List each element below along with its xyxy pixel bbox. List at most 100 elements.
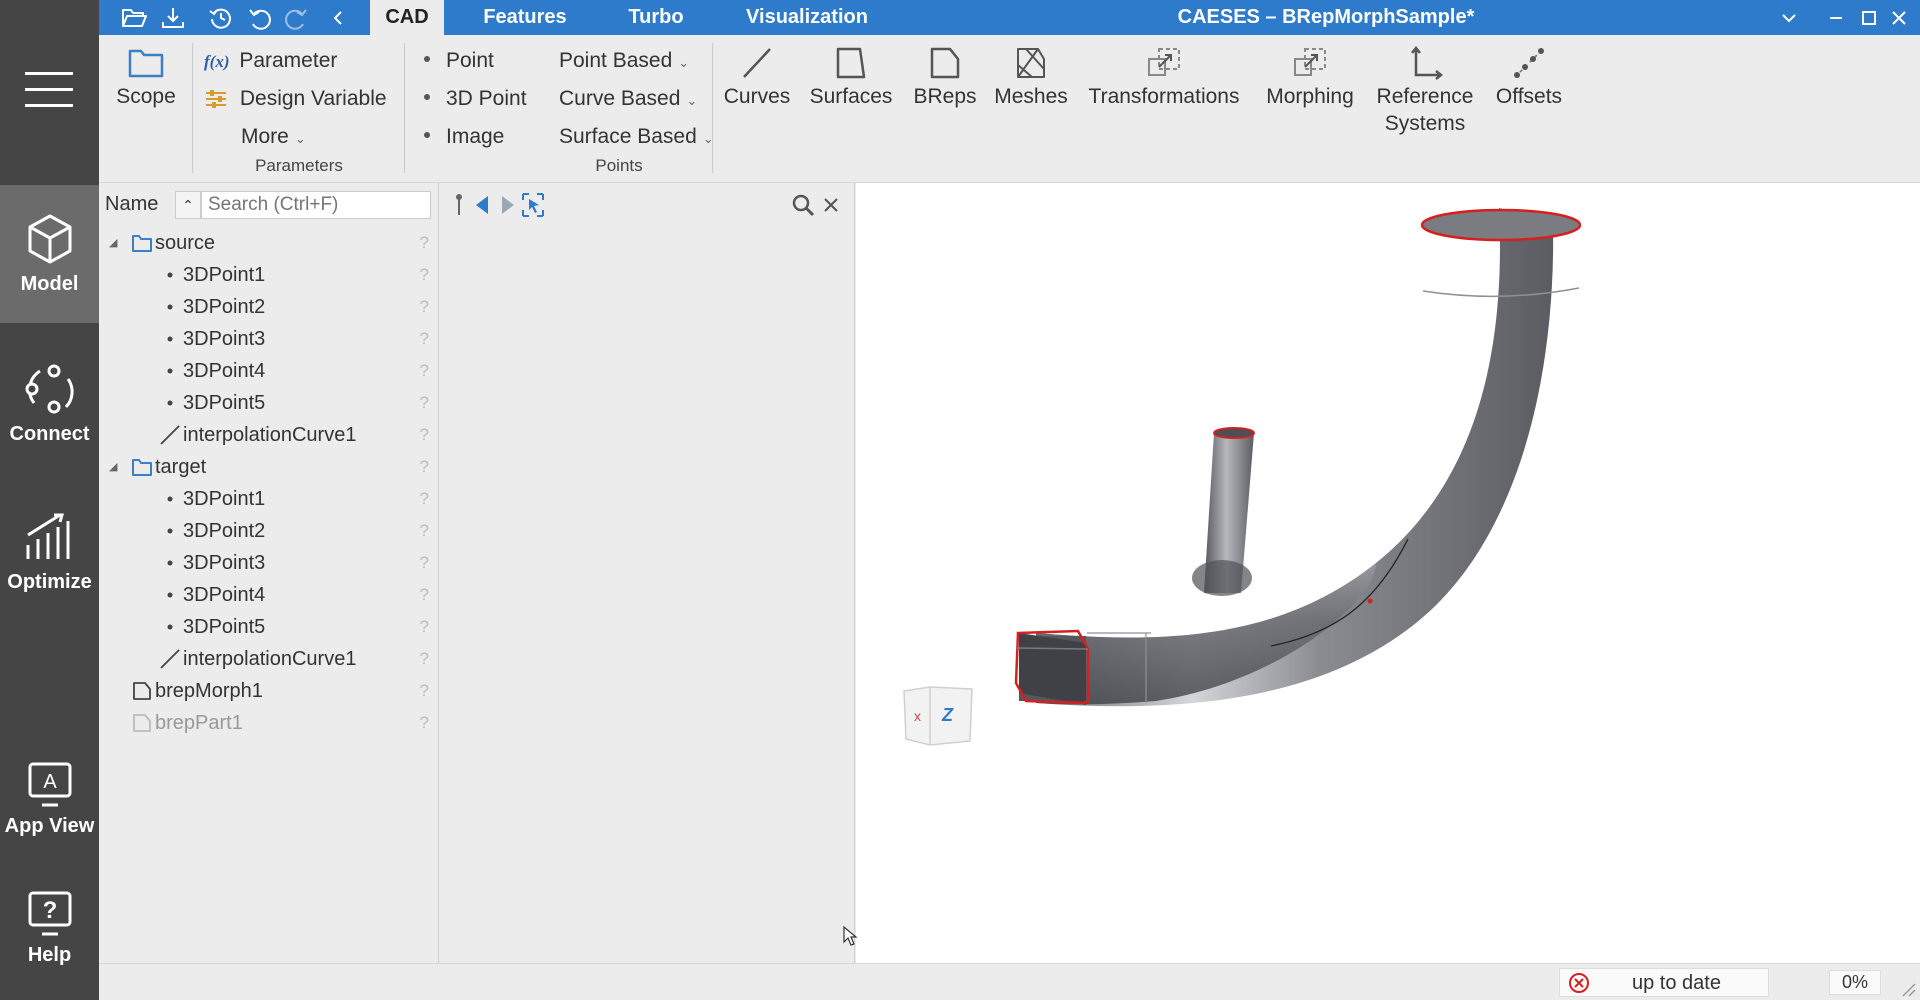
help-marker[interactable]: ? (420, 483, 429, 515)
meshes-button[interactable]: Meshes (989, 45, 1073, 110)
tree-folder[interactable]: ◢ source? (99, 227, 439, 259)
tree-item[interactable]: 3DPoint5? (99, 387, 439, 419)
breps-button[interactable]: BReps (909, 45, 981, 110)
status-indicator[interactable]: up to date (1559, 968, 1769, 997)
folder-icon (128, 49, 164, 78)
sidebar-item-label: Connect (9, 423, 90, 445)
status-bar: up to date 0% (99, 963, 1920, 1000)
help-marker[interactable]: ? (420, 387, 429, 419)
tree-item[interactable]: brepPart1? (99, 707, 439, 739)
help-marker[interactable]: ? (420, 227, 429, 259)
back-arrow-icon[interactable] (470, 191, 496, 219)
tree-item[interactable]: 3DPoint2? (99, 515, 439, 547)
meshes-label: Meshes (994, 85, 1068, 108)
forward-arrow-icon[interactable] (494, 191, 520, 219)
pin-icon[interactable] (446, 191, 472, 219)
redo-icon[interactable] (283, 5, 309, 31)
history-icon[interactable] (208, 5, 234, 31)
close-icon[interactable] (1885, 4, 1913, 32)
chevron-down-icon[interactable] (1775, 4, 1803, 32)
expand-icon[interactable]: ◢ (109, 227, 117, 259)
parameter-button[interactable]: f(x) Parameter (204, 47, 337, 75)
search-icon[interactable] (790, 191, 816, 219)
curves-button[interactable]: Curves (721, 45, 793, 110)
brep-icon (133, 714, 151, 732)
tree-item[interactable]: 3DPoint3? (99, 547, 439, 579)
maximize-icon[interactable] (1855, 4, 1883, 32)
tree-item[interactable]: 3DPoint2? (99, 291, 439, 323)
expand-icon[interactable]: ◢ (109, 451, 117, 483)
help-marker[interactable]: ? (420, 515, 429, 547)
resize-grip-icon[interactable] (1899, 980, 1917, 998)
help-marker[interactable]: ? (420, 355, 429, 387)
sidebar-item-help[interactable]: ? Help (0, 878, 99, 1000)
help-marker[interactable]: ? (420, 323, 429, 355)
left-sidebar: Model Connect Optimize A App View ? Help (0, 0, 99, 1000)
help-marker[interactable]: ? (420, 675, 429, 707)
save-icon[interactable] (160, 5, 186, 31)
tree-item[interactable]: 3DPoint1? (99, 259, 439, 291)
more-dropdown[interactable]: More ⌄ (241, 123, 306, 152)
tree-item[interactable]: 3DPoint5? (99, 611, 439, 643)
morphing-button[interactable]: Morphing (1259, 45, 1361, 110)
3d-point-button[interactable]: 3D Point (424, 85, 527, 112)
tab-cad[interactable]: CAD (370, 0, 444, 35)
curve-based-dropdown[interactable]: Curve Based ⌄ (559, 85, 697, 114)
column-header-name[interactable]: Name (105, 193, 158, 216)
sidebar-item-model[interactable]: Model (0, 185, 99, 323)
tree-item[interactable]: 3DPoint1? (99, 483, 439, 515)
sidebar-item-optimize[interactable]: Optimize (0, 495, 99, 633)
help-marker[interactable]: ? (420, 451, 429, 483)
sort-button[interactable]: ⌃ (175, 191, 201, 219)
pipe-model[interactable] (856, 183, 1920, 963)
tree-item[interactable]: interpolationCurve1? (99, 643, 439, 675)
transformations-button[interactable]: Transformations (1084, 45, 1244, 110)
offsets-button[interactable]: Offsets (1489, 45, 1569, 110)
tree-folder[interactable]: ◢ target? (99, 451, 439, 483)
minimize-icon[interactable] (1822, 4, 1850, 32)
ribbon: Scope f(x) Parameter Design Variable Mor… (99, 35, 1920, 183)
surface-based-dropdown[interactable]: Surface Based ⌄ (559, 123, 714, 152)
sidebar-item-app-view[interactable]: A App View (0, 745, 99, 883)
axis-label-z: Z (942, 705, 953, 725)
curve-based-label: Curve Based (559, 87, 681, 110)
image-button[interactable]: Image (424, 123, 504, 150)
help-icon: ? (28, 891, 71, 936)
surfaces-button[interactable]: Surfaces (805, 45, 897, 110)
tree-item[interactable]: brepMorph1? (99, 675, 439, 707)
help-marker[interactable]: ? (420, 707, 429, 739)
tab-visualization[interactable]: Visualization (717, 0, 897, 35)
tree-item[interactable]: interpolationCurve1? (99, 419, 439, 451)
help-marker[interactable]: ? (420, 611, 429, 643)
help-marker[interactable]: ? (420, 259, 429, 291)
undo-icon[interactable] (247, 5, 273, 31)
help-marker[interactable]: ? (420, 291, 429, 323)
point-button[interactable]: Point (424, 47, 494, 74)
scope-button[interactable]: Scope (115, 45, 177, 110)
sidebar-item-connect[interactable]: Connect (0, 345, 99, 483)
tree-item[interactable]: 3DPoint4? (99, 355, 439, 387)
help-marker[interactable]: ? (420, 419, 429, 451)
tab-features[interactable]: Features (455, 0, 595, 35)
help-marker[interactable]: ? (420, 547, 429, 579)
design-variable-button[interactable]: Design Variable (204, 85, 387, 112)
close-icon[interactable] (818, 191, 844, 219)
tree-item[interactable]: 3DPoint4? (99, 579, 439, 611)
window-title: CAESES – BRepMorphSample* (1177, 6, 1475, 28)
point-based-dropdown[interactable]: Point Based ⌄ (559, 47, 689, 76)
3d-viewport[interactable]: x Z (843, 183, 1920, 963)
help-marker[interactable]: ? (420, 579, 429, 611)
reference-systems-button[interactable]: Reference Systems (1371, 45, 1479, 137)
open-folder-icon[interactable] (121, 5, 147, 31)
select-icon[interactable] (520, 191, 546, 219)
view-cube[interactable]: x Z (900, 683, 973, 746)
menu-icon[interactable] (25, 72, 73, 108)
tree-item-label: brepPart1 (155, 712, 243, 734)
tree-item[interactable]: 3DPoint3? (99, 323, 439, 355)
chevron-left-icon[interactable] (325, 5, 351, 31)
tab-turbo[interactable]: Turbo (604, 0, 708, 35)
search-input[interactable] (201, 191, 431, 219)
help-marker[interactable]: ? (420, 643, 429, 675)
mouse-cursor-icon (843, 925, 858, 946)
sidebar-item-label: App View (4, 815, 95, 837)
